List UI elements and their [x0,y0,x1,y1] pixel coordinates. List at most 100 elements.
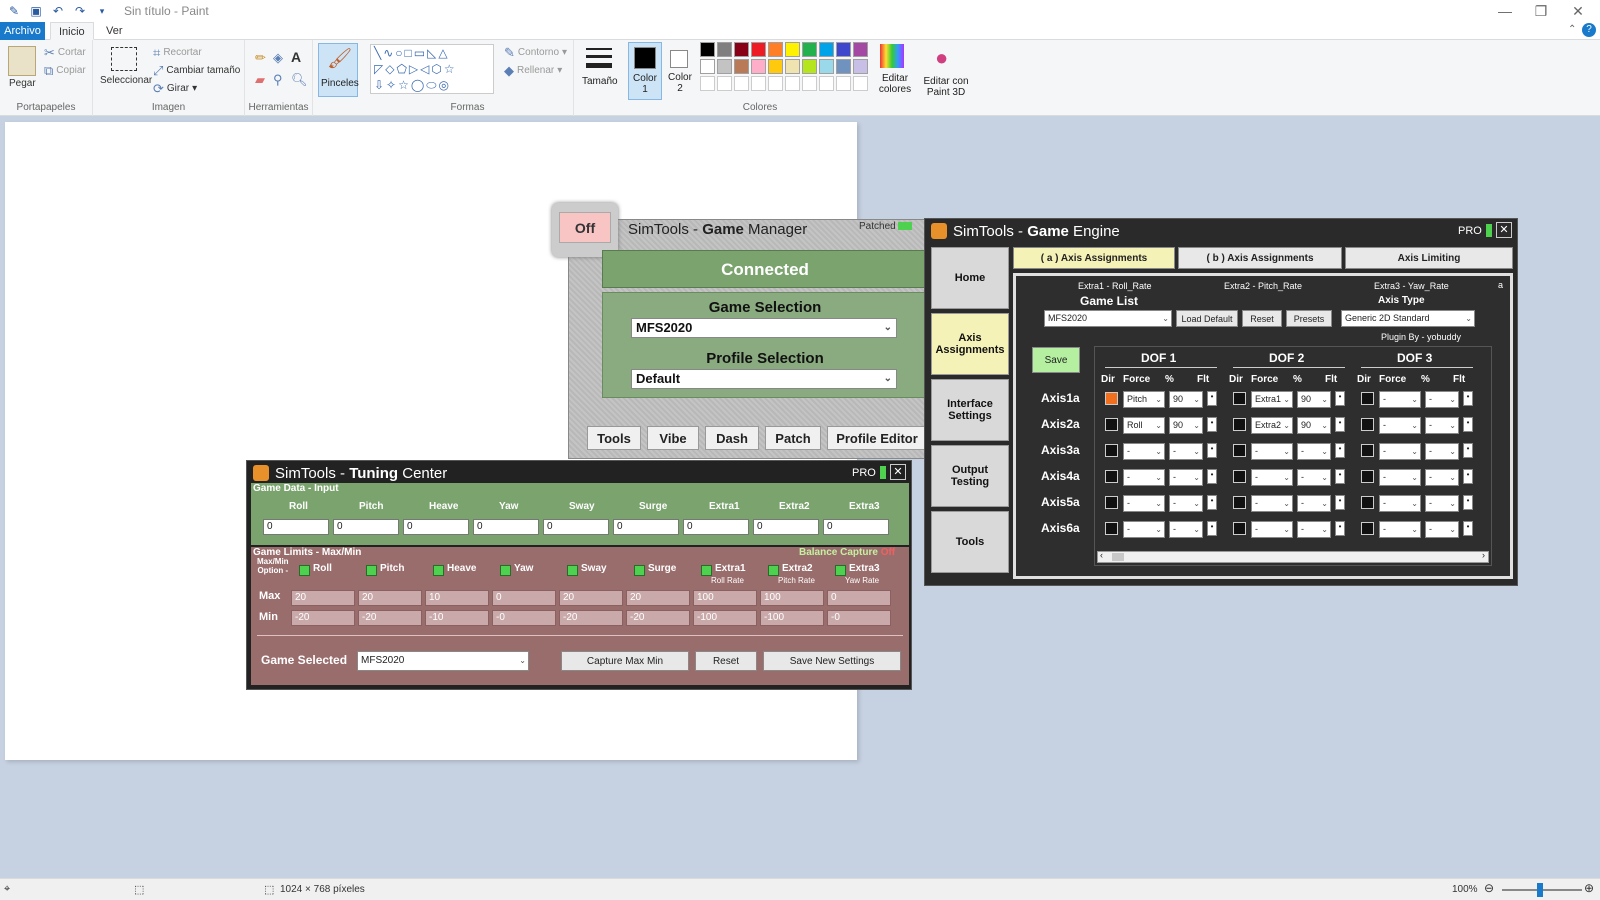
horizontal-scrollbar[interactable]: ‹ › [1097,550,1489,563]
tab-dash[interactable]: Dash [705,426,759,450]
color-swatch[interactable] [700,42,715,57]
percent-dropdown[interactable]: - ⌄ [1297,443,1331,460]
percent-dropdown[interactable]: - ⌄ [1425,443,1459,460]
direction-checkbox[interactable] [1233,496,1246,509]
color-swatch[interactable] [785,42,800,57]
nav-tools[interactable]: Tools [931,511,1009,573]
color-swatch[interactable] [734,42,749,57]
collapse-ribbon-icon[interactable]: ⌃ [1568,24,1576,35]
max-value-field[interactable]: 20 [291,590,355,606]
limit-option-checkbox[interactable] [567,565,578,576]
paste-icon[interactable] [8,46,36,76]
percent-dropdown[interactable]: - ⌄ [1169,521,1203,538]
max-value-field[interactable]: 10 [425,590,489,606]
text-icon[interactable]: A [291,49,301,65]
percent-dropdown[interactable]: - ⌄ [1169,495,1203,512]
edit-colors-icon[interactable] [880,44,904,68]
percent-dropdown[interactable]: 90 ⌄ [1297,417,1331,434]
redo-icon[interactable]: ↷ [72,4,88,18]
direction-checkbox[interactable] [1361,522,1374,535]
fill-icon[interactable]: ◈ [273,50,283,66]
menu-archivo[interactable]: Archivo [0,22,45,40]
filter-button[interactable]: • [1335,417,1345,432]
custom-color-swatch[interactable] [700,76,715,91]
filter-button[interactable]: • [1335,495,1345,510]
crop-button[interactable]: ⌗ Recortar [153,46,202,59]
force-dropdown[interactable]: - ⌄ [1379,391,1421,408]
off-button[interactable]: Off [559,212,611,243]
force-dropdown[interactable]: Extra1 ⌄ [1251,391,1293,408]
force-dropdown[interactable]: - ⌄ [1123,521,1165,538]
capture-max-min-button[interactable]: Capture Max Min [561,651,689,671]
direction-checkbox[interactable] [1233,418,1246,431]
force-dropdown[interactable]: Roll ⌄ [1123,417,1165,434]
color-swatch[interactable] [836,42,851,57]
color1-button[interactable]: Color 1 [628,42,662,100]
force-dropdown[interactable]: Pitch ⌄ [1123,391,1165,408]
custom-color-swatch[interactable] [819,76,834,91]
percent-dropdown[interactable]: - ⌄ [1169,443,1203,460]
reset-button[interactable]: Reset [695,651,757,671]
custom-color-swatch[interactable] [802,76,817,91]
direction-checkbox[interactable] [1105,418,1118,431]
magnifier-icon[interactable]: 🔍︎ [291,72,308,88]
color-swatch[interactable] [717,59,732,74]
min-value-field[interactable]: -0 [827,610,891,626]
direction-checkbox[interactable] [1233,470,1246,483]
direction-checkbox[interactable] [1233,392,1246,405]
force-dropdown[interactable]: Extra2 ⌄ [1251,417,1293,434]
tab-ver[interactable]: Ver [98,22,131,40]
edit-colors-button[interactable]: Editar colores [878,73,912,95]
filter-button[interactable]: • [1463,469,1473,484]
tab-profile-editor[interactable]: Profile Editor [827,426,927,450]
direction-checkbox[interactable] [1361,470,1374,483]
color-swatch[interactable] [853,59,868,74]
percent-dropdown[interactable]: 90 ⌄ [1297,391,1331,408]
percent-dropdown[interactable]: - ⌄ [1425,391,1459,408]
tab-inicio[interactable]: Inicio [50,22,94,40]
zoom-slider-thumb[interactable] [1537,883,1543,897]
custom-color-swatch[interactable] [734,76,749,91]
rotate-button[interactable]: ⟳ Girar ▾ [153,82,197,95]
help-icon[interactable]: ? [1582,23,1596,37]
fill-button[interactable]: ◆ Rellenar ▾ [504,64,562,77]
direction-checkbox[interactable] [1105,444,1118,457]
game-selection-dropdown[interactable]: MFS2020 ⌄ [631,318,897,338]
direction-checkbox[interactable] [1233,444,1246,457]
nav-axis-assignments[interactable]: Axis Assignments [931,313,1009,375]
tab-patch[interactable]: Patch [765,426,821,450]
min-value-field[interactable]: -20 [626,610,690,626]
undo-icon[interactable]: ↶ [50,4,66,18]
force-dropdown[interactable]: - ⌄ [1251,443,1293,460]
game-list-dropdown[interactable]: MFS2020 ⌄ [1044,310,1172,327]
limit-option-checkbox[interactable] [835,565,846,576]
customize-quick-access-icon[interactable]: ▾ [94,4,110,18]
filter-button[interactable]: • [1207,443,1217,458]
percent-dropdown[interactable]: 90 ⌄ [1169,391,1203,408]
limit-option-checkbox[interactable] [500,565,511,576]
direction-checkbox[interactable] [1105,522,1118,535]
direction-checkbox[interactable] [1105,392,1118,405]
zoom-out-icon[interactable]: ⊖ [1484,881,1494,895]
direction-checkbox[interactable] [1233,522,1246,535]
color-swatch[interactable] [734,59,749,74]
save-button[interactable]: Save [1032,347,1080,373]
close-icon[interactable]: ✕ [1496,222,1512,238]
max-value-field[interactable]: 0 [492,590,556,606]
min-value-field[interactable]: -10 [425,610,489,626]
max-value-field[interactable]: 0 [827,590,891,606]
filter-button[interactable]: • [1207,495,1217,510]
filter-button[interactable]: • [1207,521,1217,536]
min-value-field[interactable]: -20 [358,610,422,626]
filter-button[interactable]: • [1207,417,1217,432]
paste-button[interactable]: Pegar [9,78,36,89]
tab-axis-limiting[interactable]: Axis Limiting [1345,247,1513,269]
close-window-button[interactable]: ✕ [1560,0,1596,22]
color2-button[interactable]: Color 2 [664,42,698,100]
limit-option-checkbox[interactable] [634,565,645,576]
force-dropdown[interactable]: - ⌄ [1379,417,1421,434]
tab-axis-assignments-b[interactable]: ( b ) Axis Assignments [1178,247,1342,269]
eraser-icon[interactable]: ▰ [255,72,265,88]
color-swatch[interactable] [717,42,732,57]
size-button[interactable]: Tamaño [580,44,618,100]
